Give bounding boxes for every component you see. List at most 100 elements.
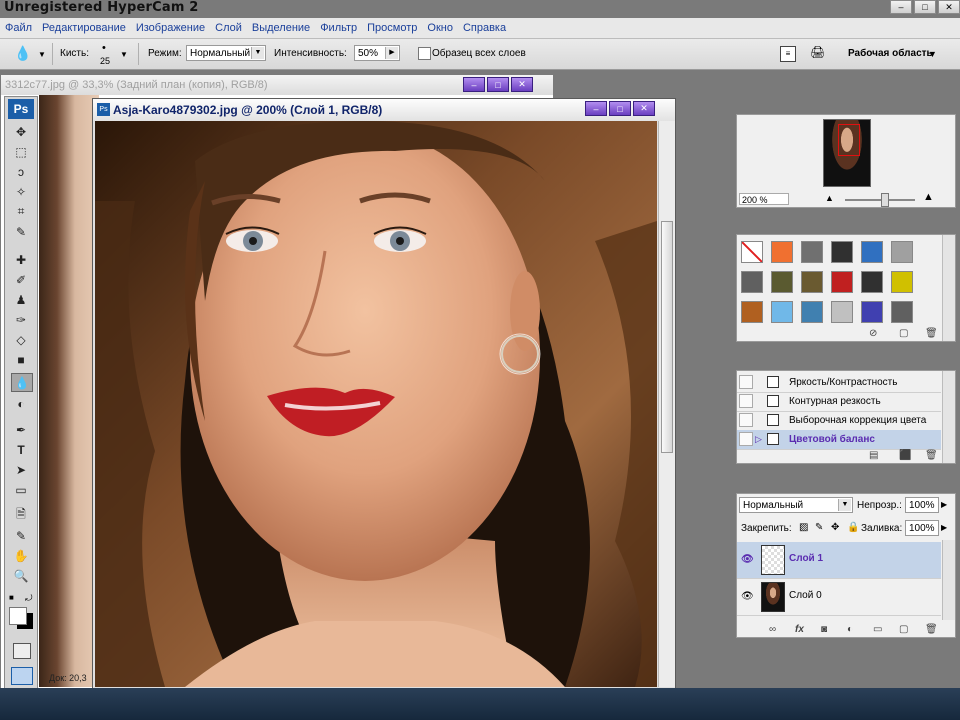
preset-dropdown-icon[interactable]: ▼ xyxy=(38,50,46,59)
layer-mask-icon[interactable]: ◙ xyxy=(821,624,827,635)
layer-row[interactable]: 👁 Слой 0 xyxy=(737,579,941,616)
eraser-tool-icon[interactable]: ◇ xyxy=(11,331,31,348)
fill-arrow-icon[interactable]: ▶ xyxy=(941,523,947,532)
style-swatch[interactable] xyxy=(861,241,883,263)
navigator-view-box[interactable] xyxy=(838,124,860,156)
maximize-icon[interactable]: □ xyxy=(914,0,936,14)
intensity-input[interactable]: 50% ▶ xyxy=(354,45,400,61)
menu-view[interactable]: Просмотр xyxy=(362,22,422,34)
new-layer-icon[interactable]: ▢ xyxy=(899,624,908,635)
menu-file[interactable]: Файл xyxy=(0,22,37,34)
blur-tool-icon[interactable]: 💧 xyxy=(11,373,33,392)
swap-colors-icon[interactable]: ⤾ xyxy=(25,593,33,604)
style-swatch[interactable] xyxy=(741,271,763,293)
navigator-zoom-slider[interactable] xyxy=(845,199,915,201)
record-icon[interactable]: ⬛ xyxy=(899,450,911,461)
layer-row-selected[interactable]: 👁 Слой 1 xyxy=(737,542,941,579)
pen-tool-icon[interactable]: ✒ xyxy=(11,421,31,438)
blur-tool-preset-icon[interactable]: 💧 xyxy=(14,45,31,62)
fill-input[interactable]: 100% xyxy=(905,520,939,536)
menu-select[interactable]: Выделение xyxy=(247,22,315,34)
photoshop-logo[interactable]: Ps xyxy=(8,99,34,119)
hand-tool-icon[interactable]: ✋ xyxy=(11,547,31,564)
link-layers-icon[interactable]: ∞ xyxy=(769,624,776,635)
style-swatch[interactable] xyxy=(891,301,913,323)
type-tool-icon[interactable]: T xyxy=(11,441,31,458)
lock-paint-icon[interactable]: ✎ xyxy=(815,522,823,533)
palette-icon[interactable]: ≡ xyxy=(780,46,796,62)
style-swatch[interactable] xyxy=(891,241,913,263)
stamp-tool-icon[interactable]: ♟ xyxy=(11,291,31,308)
style-swatch[interactable] xyxy=(831,241,853,263)
marquee-tool-icon[interactable]: ⬚ xyxy=(11,143,31,160)
style-swatch[interactable] xyxy=(861,271,883,293)
scrollbar-thumb[interactable] xyxy=(661,221,673,453)
styles-scrollbar[interactable] xyxy=(942,235,955,341)
brush-tool-icon[interactable]: ✐ xyxy=(11,271,31,288)
screen-mode-icon[interactable] xyxy=(11,667,33,685)
foreground-color-swatch[interactable] xyxy=(9,607,27,625)
history-brush-tool-icon[interactable]: ✑ xyxy=(11,311,31,328)
healing-tool-icon[interactable]: ✚ xyxy=(11,251,31,268)
style-swatch[interactable] xyxy=(891,271,913,293)
layers-scrollbar[interactable] xyxy=(942,540,955,620)
navigator-slider-handle[interactable] xyxy=(881,193,889,207)
style-swatch[interactable] xyxy=(801,301,823,323)
menu-image[interactable]: Изображение xyxy=(131,22,210,34)
image-canvas[interactable] xyxy=(95,121,657,687)
notes-tool-icon[interactable]: 🗎 xyxy=(11,507,31,524)
style-swatch[interactable] xyxy=(741,241,763,263)
close-icon[interactable]: ✕ xyxy=(633,101,655,116)
eyedropper-tool-icon[interactable]: ✎ xyxy=(11,527,31,544)
lock-move-icon[interactable]: ✥ xyxy=(831,522,839,533)
trash-icon[interactable]: 🗑 xyxy=(925,450,938,461)
navigator-zoom-field[interactable]: 200 % xyxy=(739,193,789,205)
move-tool-icon[interactable]: ✥ xyxy=(11,123,31,140)
new-style-icon[interactable]: ▢ xyxy=(899,328,908,339)
style-swatch[interactable] xyxy=(801,271,823,293)
menu-layer[interactable]: Слой xyxy=(210,22,247,34)
action-item[interactable]: Выборочная коррекция цвета xyxy=(737,411,941,431)
action-toggle-checkbox[interactable] xyxy=(739,375,753,389)
no-style-icon[interactable]: ⊘ xyxy=(869,328,877,339)
style-swatch[interactable] xyxy=(831,271,853,293)
trash-icon[interactable]: 🗑 xyxy=(925,328,938,339)
eye-icon[interactable]: 👁 xyxy=(741,554,754,565)
bg-document-canvas[interactable] xyxy=(39,95,99,687)
menu-help[interactable]: Справка xyxy=(458,22,511,34)
action-toggle-checkbox[interactable] xyxy=(739,413,753,427)
style-swatch[interactable] xyxy=(771,301,793,323)
trash-icon[interactable]: 🗑 xyxy=(925,624,938,635)
dialog-toggle-icon[interactable] xyxy=(767,376,779,388)
stop-icon[interactable]: ▤ xyxy=(869,450,878,461)
dialog-toggle-icon[interactable] xyxy=(767,414,779,426)
close-icon[interactable]: ✕ xyxy=(511,77,533,92)
sample-all-checkbox[interactable] xyxy=(418,47,431,60)
action-item[interactable]: Контурная резкость xyxy=(737,392,941,412)
close-icon[interactable]: ✕ xyxy=(938,0,960,14)
zoom-out-icon[interactable]: ▲ xyxy=(825,193,834,203)
workspace-dropdown-icon[interactable]: ▼ xyxy=(928,49,937,59)
style-swatch[interactable] xyxy=(771,241,793,263)
mode-select[interactable]: Нормальный ▼ xyxy=(186,45,266,61)
dialog-toggle-icon[interactable] xyxy=(767,433,779,445)
style-swatch[interactable] xyxy=(741,301,763,323)
bridge-icon[interactable]: 🖨 xyxy=(810,45,830,61)
style-swatch[interactable] xyxy=(831,301,853,323)
menu-filter[interactable]: Фильтр xyxy=(315,22,362,34)
dialog-toggle-icon[interactable] xyxy=(767,395,779,407)
zoom-tool-icon[interactable]: 🔍 xyxy=(11,567,31,584)
lock-transparency-icon[interactable]: ▨ xyxy=(799,522,808,533)
minimize-icon[interactable]: – xyxy=(890,0,912,14)
minimize-icon[interactable]: – xyxy=(585,101,607,116)
opacity-arrow-icon[interactable]: ▶ xyxy=(941,500,947,509)
default-colors-icon[interactable]: ■ xyxy=(9,593,14,602)
opacity-input[interactable]: 100% xyxy=(905,497,939,513)
workspace-label[interactable]: Рабочая область xyxy=(848,48,933,59)
menu-edit[interactable]: Редактирование xyxy=(37,22,131,34)
eye-icon[interactable]: 👁 xyxy=(741,591,754,602)
folder-icon[interactable]: ▭ xyxy=(873,624,882,635)
main-document-window[interactable]: Asja-Karo4879302.jpg @ 200% (Слой 1, RGB… xyxy=(92,98,676,690)
style-swatch[interactable] xyxy=(801,241,823,263)
action-item-selected[interactable]: ▷ Цветовой баланс xyxy=(737,430,941,450)
